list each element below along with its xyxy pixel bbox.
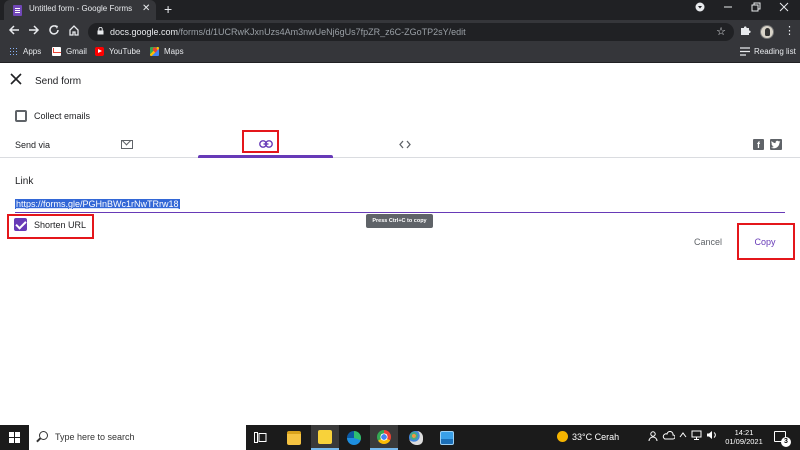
close-dialog-icon[interactable] [10,73,22,89]
chrome-icon [377,429,391,444]
back-arrow-icon[interactable] [8,24,20,39]
chrome-menu-icon[interactable]: ⋮ [784,24,795,37]
task-view-button[interactable] [246,425,274,450]
reading-list-icon [740,47,750,56]
reading-list-label: Reading list [754,47,796,56]
send-via-row: Send via [0,130,800,158]
cancel-button[interactable]: Cancel [684,233,732,251]
shorten-url-label: Shorten URL [34,219,87,230]
shorten-url-option[interactable]: Shorten URL [14,218,86,231]
sticky-notes-icon [318,429,332,444]
bookmark-label: YouTube [109,47,141,56]
task-view-icon [253,432,266,443]
collect-emails-option[interactable]: Collect emails [15,110,90,122]
facebook-icon[interactable]: f [753,139,764,150]
bookmark-apps[interactable]: Apps [9,47,41,56]
bookmark-gmail[interactable]: Gmail [52,47,87,56]
taskbar-chrome[interactable] [370,425,398,450]
home-icon[interactable] [68,24,80,39]
new-tab-button[interactable]: + [164,1,172,17]
taskbar-file-explorer[interactable] [280,425,308,450]
bookmark-label: Maps [164,47,184,56]
window-close-icon[interactable] [779,2,789,17]
taskbar-paint[interactable] [402,425,430,450]
address-bar[interactable]: docs.google.com/forms/d/1UCRwKJxnUzs4Am3… [88,23,734,41]
tab-close-icon[interactable]: ✕ [142,3,150,15]
url-path: /forms/d/1UCRwKJxnUzs4Am3nwUeNj6gUs7fpZR… [178,27,466,37]
notification-count-badge: 3 [781,437,791,447]
windows-taskbar: Type here to search 33°C Cerah 14:21 01/… [0,425,800,450]
show-hidden-icons-chevron-icon[interactable] [679,430,687,442]
extensions-puzzle-icon[interactable] [740,25,751,39]
restore-icon[interactable] [751,2,761,17]
browser-tab-strip: Untitled form - Google Forms ✕ + [0,0,800,20]
bookmark-label: Gmail [66,47,87,56]
gmail-icon [52,47,61,56]
clock-date: 01/09/2021 [725,437,763,446]
photos-icon [440,430,454,445]
bookmark-star-icon[interactable]: ☆ [716,25,726,38]
edge-icon [347,430,361,445]
clock-time: 14:21 [734,428,754,437]
people-icon[interactable] [648,430,658,444]
copy-button[interactable]: Copy [742,233,788,251]
tab-title: Untitled form - Google Forms [29,4,133,13]
send-via-embed-tab[interactable] [337,130,472,158]
apps-icon [9,47,18,56]
taskbar-search-placeholder: Type here to search [55,432,135,442]
profile-avatar[interactable] [760,25,774,39]
weather-widget[interactable]: 33°C Cerah [557,431,619,442]
collect-emails-label: Collect emails [34,111,91,121]
taskbar-sticky-notes[interactable] [311,425,339,450]
twitter-icon[interactable] [770,139,782,150]
dialog-title: Send form [35,76,82,87]
bookmark-label: Apps [23,47,42,56]
maps-icon [150,47,159,56]
taskbar-search-box[interactable]: Type here to search [29,425,246,450]
weather-text: 33°C Cerah [572,432,620,442]
onedrive-cloud-icon[interactable] [662,430,676,442]
lock-icon [97,27,104,35]
forward-arrow-icon[interactable] [28,24,40,39]
link-heading: Link [15,176,34,187]
search-icon [39,431,48,440]
bookmark-youtube[interactable]: YouTube [95,47,140,56]
active-tab-indicator [198,155,333,158]
taskbar-clock[interactable]: 14:21 01/09/2021 [722,428,766,446]
profile-dropdown-icon[interactable] [695,2,705,17]
reload-icon[interactable] [48,24,60,39]
weather-sun-icon [557,431,568,442]
paint-icon [409,430,423,445]
link-tab-highlight-box [242,130,279,153]
browser-tab[interactable]: Untitled form - Google Forms ✕ [4,0,156,20]
google-forms-favicon-icon [13,5,22,16]
url-host: docs.google.com [110,27,179,37]
copy-hint-tooltip: Press Ctrl+C to copy [366,214,433,228]
bookmark-maps[interactable]: Maps [150,47,184,56]
link-url-text[interactable]: https://forms.gle/PGHnBWc1rNwTRrw18 [15,199,180,209]
network-icon[interactable] [691,430,702,442]
link-url-field[interactable]: https://forms.gle/PGHnBWc1rNwTRrw18 [15,197,785,213]
windows-start-icon[interactable] [9,432,20,443]
mail-icon [121,139,133,149]
send-via-label: Send via [15,140,51,150]
youtube-icon [95,47,104,56]
dialog-header: Send form [0,64,800,100]
send-via-email-tab[interactable] [60,130,194,158]
bookmarks-bar: Apps Gmail YouTube Maps Reading list [0,44,800,63]
code-icon [398,140,411,148]
url-text: docs.google.com/forms/d/1UCRwKJxnUzs4Am3… [110,27,466,37]
taskbar-edge[interactable] [340,425,368,450]
taskbar-photos[interactable] [433,425,461,450]
reading-list[interactable]: Reading list [740,47,796,56]
collect-emails-checkbox[interactable] [15,110,27,122]
browser-toolbar: docs.google.com/forms/d/1UCRwKJxnUzs4Am3… [0,20,800,44]
shorten-url-checkbox[interactable] [14,218,27,231]
volume-icon[interactable] [706,430,717,442]
folder-icon [287,430,301,445]
minimize-icon[interactable] [723,2,733,17]
